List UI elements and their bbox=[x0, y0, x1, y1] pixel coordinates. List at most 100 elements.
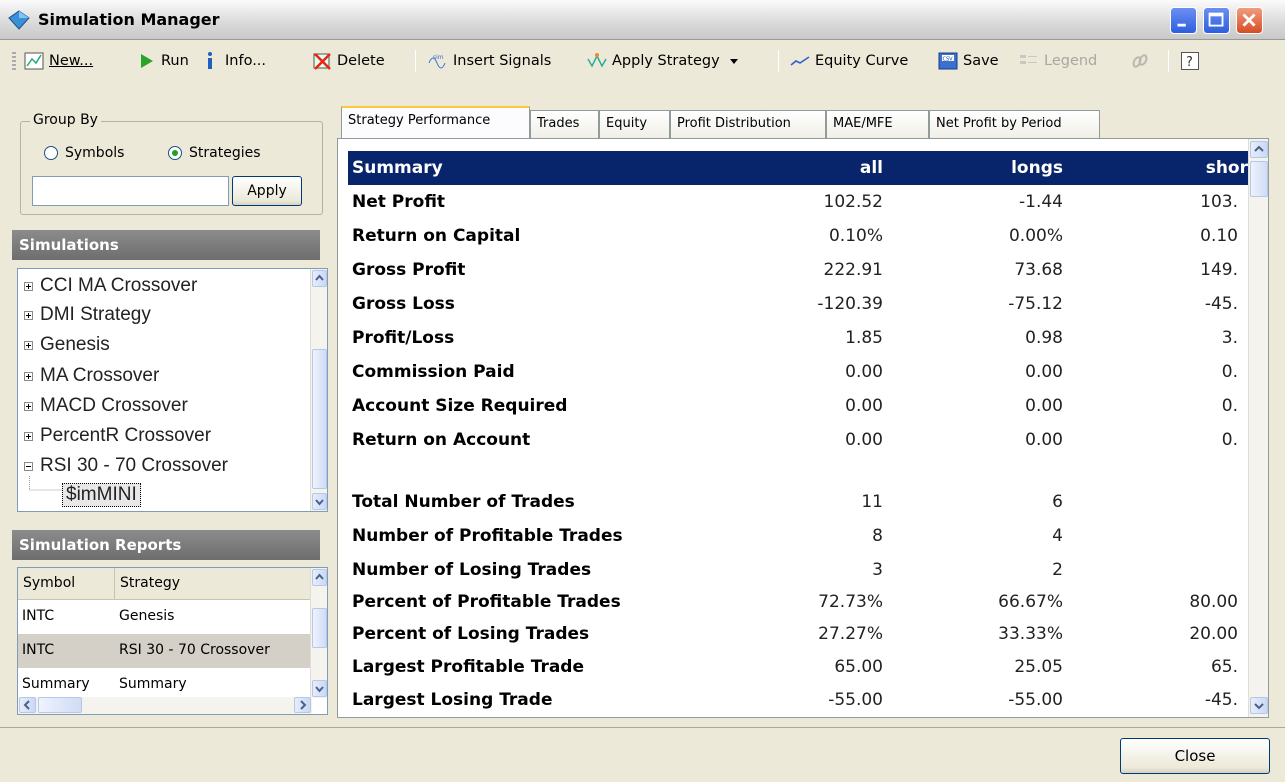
cell-longs: -1.44 bbox=[1019, 192, 1063, 212]
expand-icon[interactable] bbox=[24, 281, 33, 291]
minimize-icon bbox=[1177, 23, 1186, 27]
tab-mae-mfe[interactable]: MAE/MFE bbox=[826, 110, 929, 138]
simulations-tree[interactable]: CCI MA Crossover DMI Strategy Genesis MA… bbox=[17, 268, 328, 512]
cell-longs: 33.33% bbox=[998, 624, 1063, 644]
cell-shorts: 3. bbox=[1221, 328, 1238, 348]
column-header-symbol[interactable]: Symbol bbox=[18, 568, 115, 600]
group-by-label: Group By bbox=[30, 112, 101, 128]
row-label: Number of Losing Trades bbox=[352, 560, 592, 580]
dropdown-arrow-icon[interactable] bbox=[728, 56, 740, 66]
radio-circle-selected[interactable] bbox=[168, 146, 182, 160]
scroll-thumb[interactable] bbox=[38, 697, 82, 713]
tab-trades[interactable]: Trades bbox=[530, 110, 599, 138]
help-button[interactable]: ? bbox=[1180, 48, 1205, 74]
reports-vertical-scrollbar[interactable] bbox=[310, 568, 327, 698]
new-simulation-icon bbox=[24, 52, 44, 70]
cell-shorts: 0. bbox=[1221, 430, 1238, 450]
close-button[interactable]: Close bbox=[1120, 738, 1270, 774]
toolbar-separator bbox=[415, 50, 416, 72]
collapse-icon[interactable] bbox=[24, 461, 33, 471]
expand-icon[interactable] bbox=[24, 371, 33, 381]
strategies-radio-label: Strategies bbox=[189, 145, 261, 161]
tree-item[interactable]: MACD Crossover bbox=[18, 392, 188, 420]
delete-label: Delete bbox=[337, 53, 385, 69]
tree-item[interactable]: MA Crossover bbox=[18, 362, 159, 390]
tree-leaf-label: $imMINI bbox=[62, 483, 141, 507]
grid-viewport: Summary all longs shor Net Profit 102.52… bbox=[338, 139, 1248, 717]
tab-equity[interactable]: Equity bbox=[599, 110, 670, 138]
tab-profit-distribution[interactable]: Profit Distribution bbox=[670, 110, 826, 138]
cell-all: 102.52 bbox=[823, 192, 883, 212]
info-button[interactable]: Info... bbox=[200, 48, 266, 74]
grid-header-summary: Summary bbox=[352, 158, 443, 178]
tree-item[interactable]: PercentR Crossover bbox=[18, 422, 211, 450]
tree-item-label: MA Crossover bbox=[40, 365, 160, 386]
legend-label: Legend bbox=[1044, 53, 1098, 69]
reports-horizontal-scrollbar[interactable] bbox=[18, 697, 312, 714]
row-label: Number of Profitable Trades bbox=[352, 526, 623, 546]
cell-shorts: 149. bbox=[1200, 260, 1238, 280]
grid-row: Total Number of Trades 11 6 bbox=[348, 485, 1248, 519]
scroll-right-button[interactable] bbox=[294, 697, 311, 713]
svg-text:?: ? bbox=[1186, 55, 1193, 70]
scroll-up-button[interactable] bbox=[312, 270, 327, 287]
row-label: Gross Profit bbox=[352, 260, 466, 280]
tree-item[interactable]: DMI Strategy bbox=[18, 301, 151, 329]
run-button[interactable]: Run bbox=[136, 48, 189, 74]
delete-button[interactable]: Delete bbox=[312, 48, 385, 74]
symbols-radio[interactable]: Symbols bbox=[44, 145, 124, 161]
scroll-thumb[interactable] bbox=[312, 608, 327, 648]
toolbar-grip[interactable] bbox=[12, 52, 16, 72]
chevron-left-icon bbox=[23, 700, 30, 710]
tree-item[interactable]: Genesis bbox=[18, 331, 110, 359]
scroll-thumb[interactable] bbox=[1250, 161, 1268, 197]
scroll-down-button[interactable] bbox=[312, 680, 327, 697]
apply-button[interactable]: Apply bbox=[232, 176, 302, 206]
tree-item[interactable]: CCI MA Crossover bbox=[18, 272, 197, 300]
scroll-down-button[interactable] bbox=[1250, 697, 1268, 714]
filter-input[interactable] bbox=[32, 176, 229, 206]
run-label: Run bbox=[161, 53, 189, 69]
scroll-up-button[interactable] bbox=[1250, 141, 1268, 158]
scroll-thumb[interactable] bbox=[312, 349, 327, 489]
scroll-down-button[interactable] bbox=[312, 493, 327, 510]
save-csv-icon: CSV bbox=[938, 52, 958, 70]
cell-all: 65.00 bbox=[834, 657, 883, 677]
legend-button[interactable]: Legend bbox=[1019, 48, 1097, 74]
maximize-button[interactable] bbox=[1203, 7, 1230, 34]
scroll-up-button[interactable] bbox=[312, 569, 327, 586]
grid-scrollbar[interactable] bbox=[1248, 139, 1268, 717]
simulations-scrollbar[interactable] bbox=[310, 269, 327, 511]
tree-leaf-selected[interactable]: $imMINI bbox=[62, 481, 141, 509]
title-bar[interactable]: Simulation Manager bbox=[0, 0, 1285, 40]
close-window-button[interactable] bbox=[1236, 7, 1263, 34]
expand-icon[interactable] bbox=[24, 340, 33, 350]
report-cell-strategy: Summary bbox=[119, 676, 187, 692]
cell-all: 1.85 bbox=[845, 328, 883, 348]
expand-icon[interactable] bbox=[24, 310, 33, 320]
insert-signals-label: Insert Signals bbox=[453, 53, 552, 69]
strategies-radio[interactable]: Strategies bbox=[168, 145, 261, 161]
radio-circle[interactable] bbox=[44, 146, 58, 160]
report-cell-symbol: Summary bbox=[22, 676, 90, 692]
scroll-left-button[interactable] bbox=[19, 697, 36, 713]
new-button[interactable]: New... bbox=[24, 48, 93, 74]
save-button[interactable]: CSV Save bbox=[938, 48, 999, 74]
equity-curve-button[interactable]: Equity Curve bbox=[790, 48, 908, 74]
link-button[interactable] bbox=[1130, 48, 1155, 74]
simulation-reports-list[interactable]: Symbol Strategy INTC Genesis INTC RSI 30… bbox=[17, 567, 328, 715]
tab-net-profit-by-period[interactable]: Net Profit by Period bbox=[929, 110, 1100, 138]
diamond-app-icon bbox=[8, 10, 30, 30]
strategy-performance-grid[interactable]: Summary all longs shor Net Profit 102.52… bbox=[337, 138, 1269, 718]
cell-all: 11 bbox=[861, 492, 883, 512]
report-row[interactable]: INTC Genesis bbox=[18, 600, 312, 634]
insert-signals-button[interactable]: sim Insert Signals bbox=[428, 48, 551, 74]
tab-strategy-performance[interactable]: Strategy Performance bbox=[341, 106, 530, 139]
expand-icon[interactable] bbox=[24, 401, 33, 411]
column-header-strategy[interactable]: Strategy bbox=[115, 568, 312, 600]
expand-icon[interactable] bbox=[24, 431, 33, 441]
cell-shorts: 20.00 bbox=[1189, 624, 1238, 644]
report-row-selected[interactable]: INTC RSI 30 - 70 Crossover bbox=[18, 634, 312, 668]
apply-strategy-button[interactable]: Apply Strategy bbox=[587, 48, 740, 74]
minimize-button[interactable] bbox=[1170, 7, 1197, 34]
